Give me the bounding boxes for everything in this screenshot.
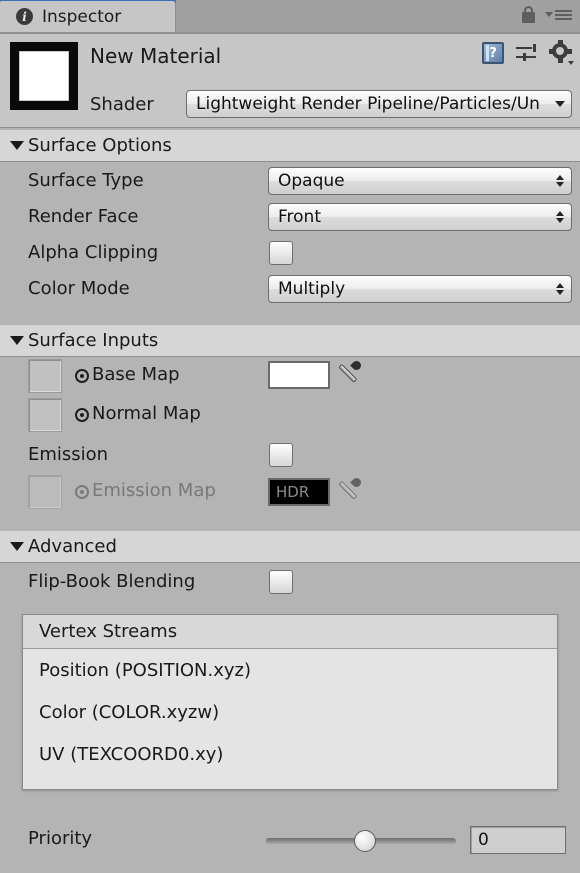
material-name: New Material — [90, 44, 221, 68]
flip-book-blending-checkbox[interactable] — [269, 570, 293, 594]
list-item[interactable]: Position (POSITION.xyz) — [23, 649, 557, 691]
label-emission: Emission — [28, 444, 108, 465]
label-base-map: Base Map — [92, 364, 180, 385]
priority-slider[interactable] — [266, 838, 456, 844]
priority-value: 0 — [478, 830, 489, 850]
alpha-clipping-checkbox[interactable] — [269, 241, 293, 265]
header-icon-group: ? — [482, 42, 572, 64]
emission-map-hdr-swatch[interactable]: HDR — [268, 478, 330, 506]
hamburger-menu-icon[interactable] — [545, 10, 572, 20]
render-face-value: Front — [278, 207, 321, 227]
chevron-down-icon — [10, 336, 24, 345]
priority-value-field[interactable]: 0 — [470, 826, 566, 854]
shader-label: Shader — [90, 94, 154, 115]
target-icon[interactable] — [75, 369, 89, 383]
render-face-dropdown[interactable]: Front — [268, 203, 572, 231]
gear-icon[interactable] — [550, 42, 572, 64]
label-alpha-clipping: Alpha Clipping — [28, 242, 158, 263]
section-title-advanced: Advanced — [28, 536, 117, 557]
label-normal-map: Normal Map — [92, 403, 201, 424]
label-surface-type: Surface Type — [28, 170, 144, 191]
target-icon[interactable] — [75, 408, 89, 422]
eyedropper-icon[interactable] — [338, 361, 362, 385]
chevron-down-icon — [10, 141, 24, 150]
label-color-mode: Color Mode — [28, 278, 130, 299]
updown-arrows-icon — [556, 283, 564, 295]
lock-icon[interactable] — [521, 6, 536, 23]
vertex-streams-list: Vertex Streams Position (POSITION.xyz) C… — [22, 614, 558, 790]
color-mode-dropdown[interactable]: Multiply — [268, 275, 572, 303]
emission-map-texture-slot[interactable] — [28, 475, 62, 509]
material-header: New Material ? Shader Lightweight Render… — [0, 34, 580, 128]
label-flip-book-blending: Flip-Book Blending — [28, 571, 195, 592]
chevron-down-icon — [10, 542, 24, 551]
label-render-face: Render Face — [28, 206, 139, 227]
eyedropper-icon — [338, 478, 362, 502]
base-map-color-swatch[interactable] — [268, 361, 330, 389]
target-icon — [75, 485, 89, 499]
shader-dropdown-value: Lightweight Render Pipeline/Particles/Un — [196, 94, 540, 114]
material-preview-thumbnail[interactable] — [10, 42, 78, 110]
updown-arrows-icon — [556, 175, 564, 187]
help-book-icon[interactable]: ? — [482, 42, 504, 64]
surface-type-dropdown[interactable]: Opaque — [268, 167, 572, 195]
hdr-badge-label: HDR — [276, 483, 309, 501]
section-title-surface-inputs: Surface Inputs — [28, 330, 158, 351]
section-header-surface-options[interactable]: Surface Options — [0, 130, 580, 162]
tab-inspector[interactable]: i Inspector — [0, 1, 176, 32]
inspector-tab-bar: i Inspector — [0, 0, 580, 32]
section-header-surface-inputs[interactable]: Surface Inputs — [0, 325, 580, 357]
normal-map-texture-slot[interactable] — [28, 398, 62, 432]
label-priority: Priority — [28, 828, 92, 849]
info-circle-icon: i — [16, 8, 33, 25]
chevron-down-icon — [555, 101, 565, 107]
section-header-advanced[interactable]: Advanced — [0, 531, 580, 563]
section-title-surface-options: Surface Options — [28, 135, 172, 156]
updown-arrows-icon — [556, 211, 564, 223]
list-item[interactable]: Color (COLOR.xyzw) — [23, 691, 557, 733]
tab-inspector-label: Inspector — [42, 7, 121, 27]
preset-sliders-icon[interactable] — [516, 43, 538, 63]
tab-bar-controls — [521, 6, 572, 23]
color-mode-value: Multiply — [278, 279, 345, 299]
label-emission-map: Emission Map — [92, 480, 216, 501]
shader-dropdown[interactable]: Lightweight Render Pipeline/Particles/Un — [186, 90, 572, 118]
vertex-streams-header: Vertex Streams — [23, 615, 557, 649]
base-map-texture-slot[interactable] — [28, 359, 62, 393]
list-item[interactable]: UV (TEXCOORD0.xy) — [23, 733, 557, 775]
surface-type-value: Opaque — [278, 171, 345, 191]
emission-checkbox[interactable] — [269, 443, 293, 467]
priority-slider-handle[interactable] — [354, 830, 376, 852]
